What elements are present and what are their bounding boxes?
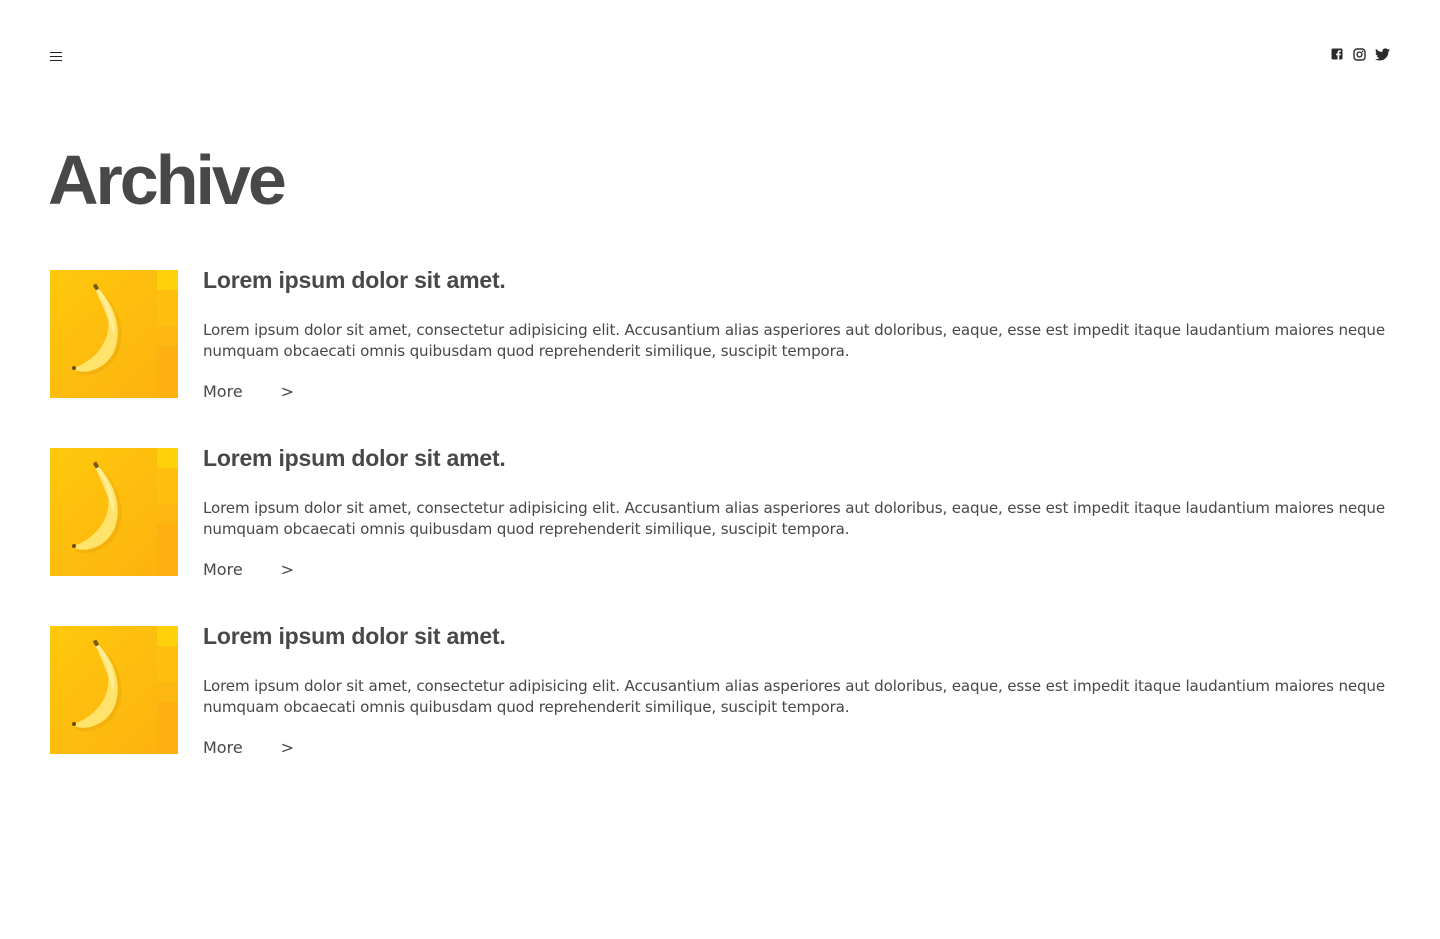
more-link[interactable]: More > — [203, 382, 295, 401]
social-links — [1331, 48, 1390, 62]
post-item: Lorem ipsum dolor sit amet. Lorem ipsum … — [50, 269, 1390, 402]
post-item: Lorem ipsum dolor sit amet. Lorem ipsum … — [50, 625, 1390, 758]
banana-image[interactable] — [50, 448, 178, 576]
page-title: Archive — [48, 141, 287, 219]
more-link[interactable]: More > — [203, 560, 295, 579]
post-title[interactable]: Lorem ipsum dolor sit amet. — [203, 625, 1390, 648]
post-body: Lorem ipsum dolor sit amet. Lorem ipsum … — [203, 625, 1390, 758]
instagram-icon[interactable] — [1353, 48, 1366, 62]
hamburger-menu-icon[interactable] — [50, 51, 62, 62]
post-excerpt: Lorem ipsum dolor sit amet, consectetur … — [203, 499, 1385, 538]
post-list: Lorem ipsum dolor sit amet. Lorem ipsum … — [50, 269, 1390, 804]
site-header — [0, 0, 1440, 110]
more-label: More — [203, 560, 243, 579]
chevron-right-icon: > — [280, 738, 295, 757]
chevron-right-icon: > — [280, 382, 295, 401]
more-link[interactable]: More > — [203, 738, 295, 757]
more-label: More — [203, 382, 243, 401]
more-label: More — [203, 738, 243, 757]
twitter-icon[interactable] — [1375, 48, 1390, 62]
post-excerpt: Lorem ipsum dolor sit amet, consectetur … — [203, 321, 1385, 360]
post-excerpt: Lorem ipsum dolor sit amet, consectetur … — [203, 677, 1385, 716]
post-body: Lorem ipsum dolor sit amet. Lorem ipsum … — [203, 447, 1390, 580]
post-body: Lorem ipsum dolor sit amet. Lorem ipsum … — [203, 269, 1390, 402]
facebook-icon[interactable] — [1331, 48, 1344, 62]
banana-image[interactable] — [50, 270, 178, 398]
post-item: Lorem ipsum dolor sit amet. Lorem ipsum … — [50, 447, 1390, 580]
post-title[interactable]: Lorem ipsum dolor sit amet. — [203, 447, 1390, 470]
banana-image[interactable] — [50, 626, 178, 754]
chevron-right-icon: > — [280, 560, 295, 579]
post-title[interactable]: Lorem ipsum dolor sit amet. — [203, 269, 1390, 292]
